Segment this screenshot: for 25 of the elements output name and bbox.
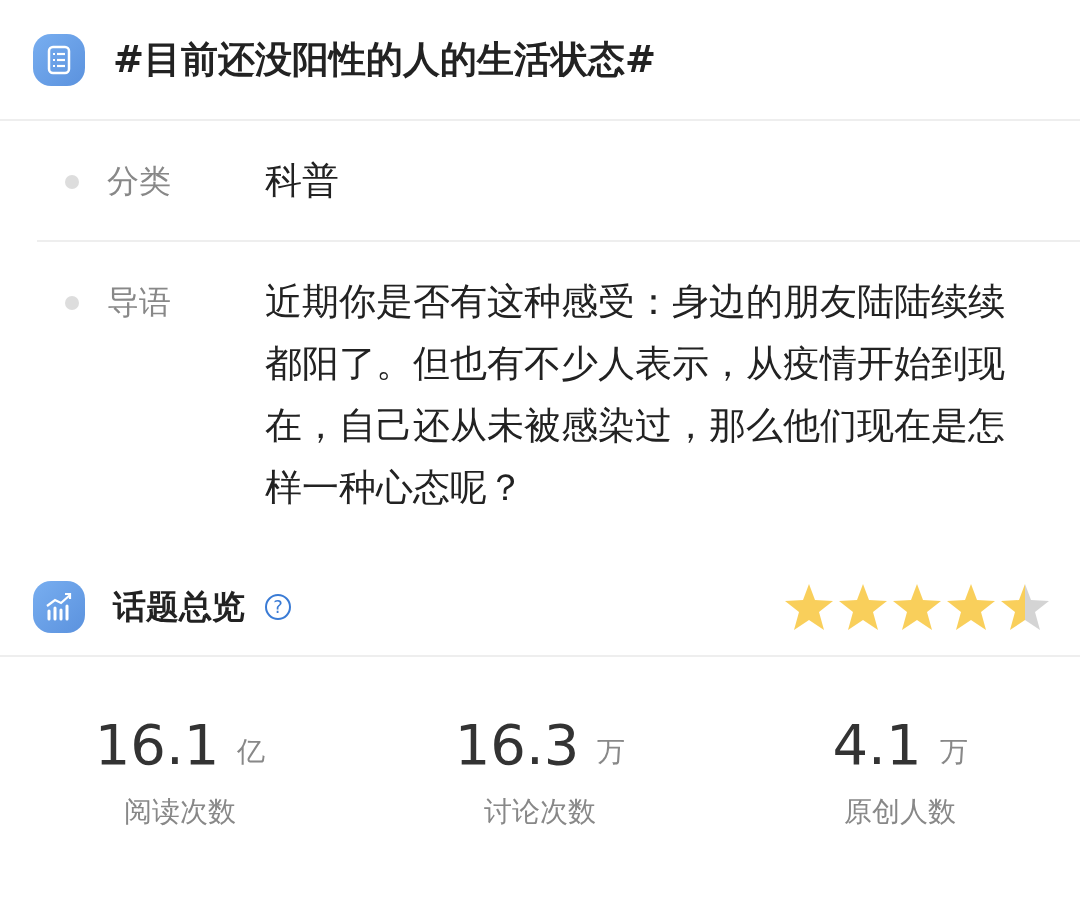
stat-number: 16.3 (454, 717, 580, 773)
stat-unit: 万 (597, 734, 626, 770)
topic-title: #目前还没阳性的人的生活状态# (113, 36, 656, 83)
field-label: 分类 (107, 161, 172, 202)
section-title: 话题总览 (113, 586, 245, 629)
star-icon (892, 583, 942, 631)
field-label: 导语 (107, 282, 172, 323)
stat-number: 4.1 (832, 717, 922, 773)
field-value: 近期你是否有这种感受：身边的朋友陆陆续续都阳了。但也有不少人表示，从疫情开始到现在，自己还从未被感染过，那么他们现在是怎样一种心态呢？ (265, 279, 1006, 511)
bullet-dot (65, 296, 79, 310)
stat-label: 原创人数 (844, 794, 956, 830)
star-icon (946, 583, 996, 631)
stat-label: 阅读次数 (124, 794, 236, 830)
stat-unit: 万 (939, 734, 968, 770)
help-icon[interactable]: ? (265, 594, 291, 620)
star-icon (784, 583, 834, 631)
stat-unit: 亿 (237, 734, 266, 770)
star-icon (838, 583, 888, 631)
bullet-dot (65, 175, 79, 189)
field-value: 科普 (265, 158, 340, 204)
chart-icon (33, 581, 85, 633)
list-icon (33, 33, 85, 86)
stat-number: 16.1 (94, 717, 220, 773)
star-icon (1000, 583, 1050, 631)
stat-label: 讨论次数 (484, 794, 596, 830)
